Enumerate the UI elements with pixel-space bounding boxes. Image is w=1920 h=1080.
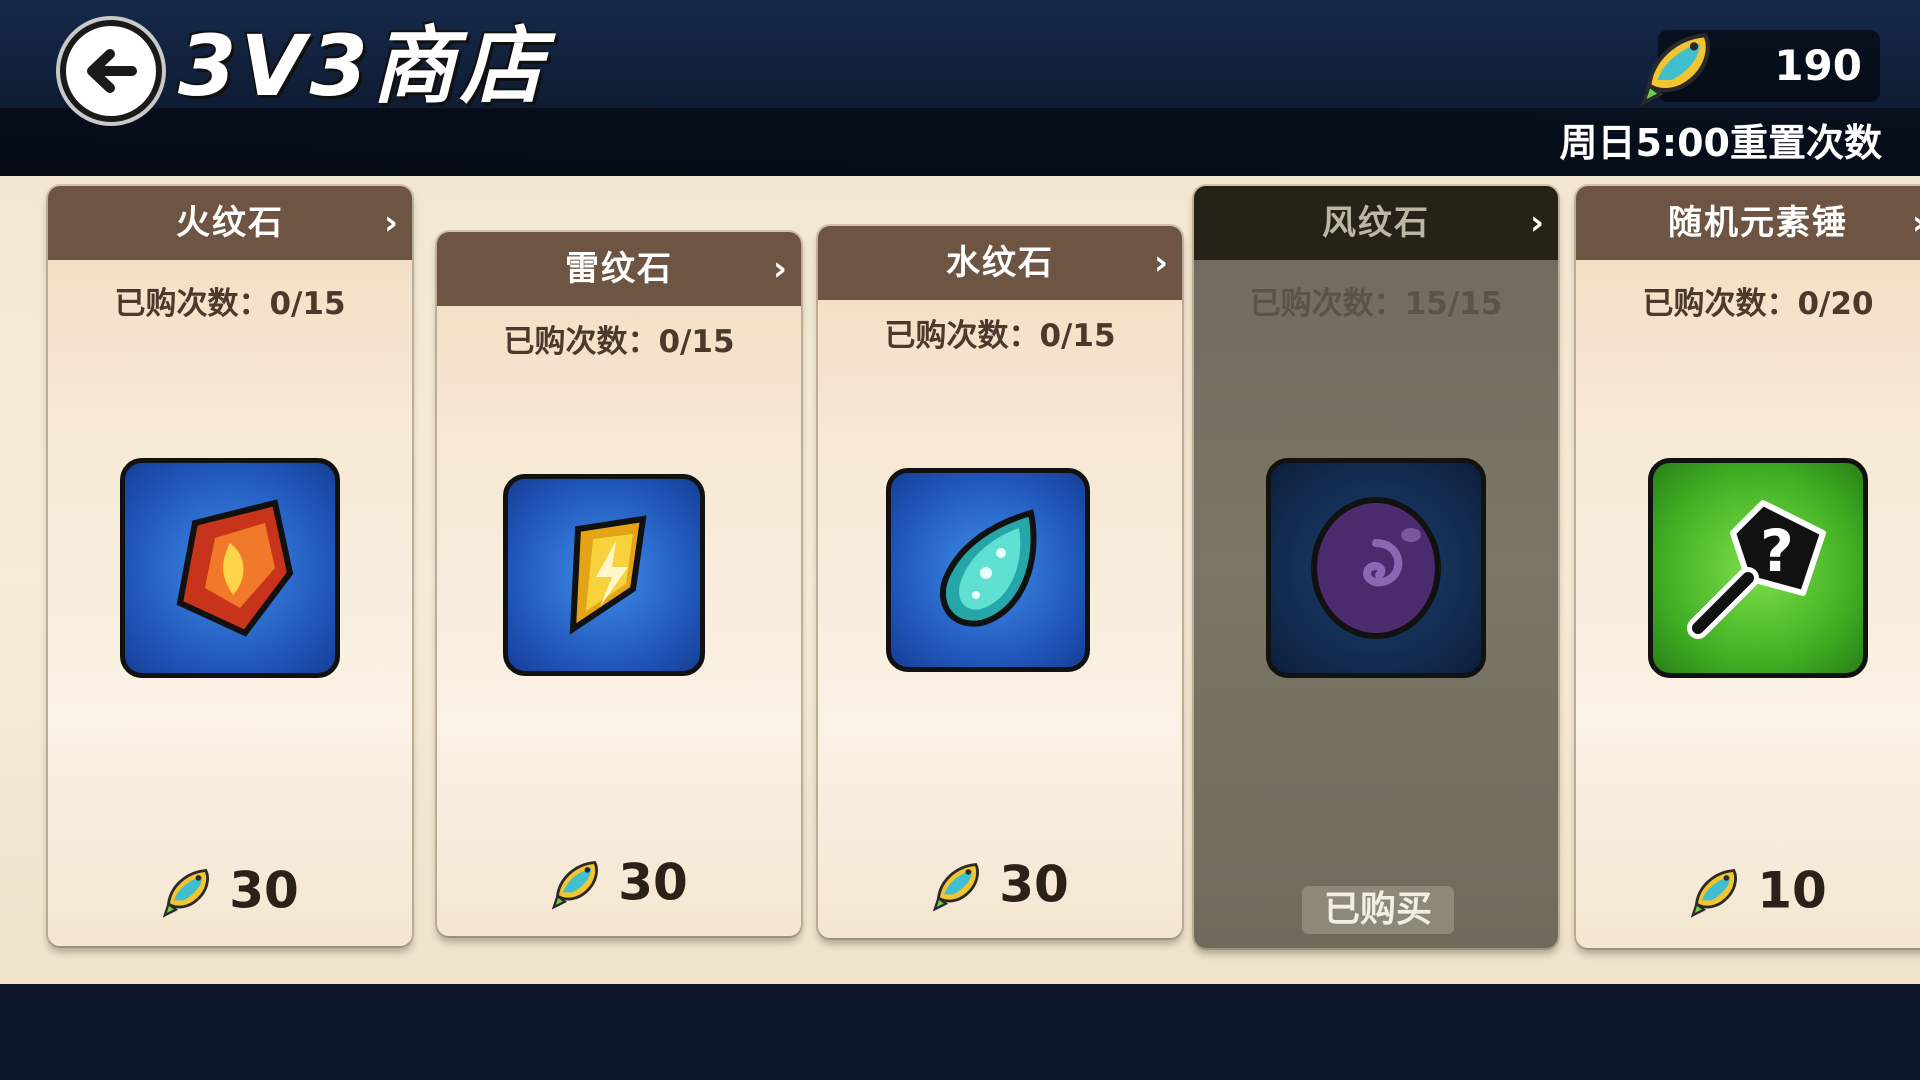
back-button[interactable] <box>60 20 162 122</box>
chevron-right-icon[interactable]: › <box>773 232 789 306</box>
page-title: 3V3商店 <box>178 17 548 115</box>
shop-item-thunder-stone[interactable]: 雷纹石 › 已购次数：0/15 30 <box>437 232 801 936</box>
purchase-count: 已购次数：0/15 <box>503 324 735 360</box>
purchase-count: 已购次数：0/20 <box>1642 286 1874 322</box>
purchase-count: 已购次数：0/15 <box>884 318 1116 354</box>
item-price: 30 <box>48 858 412 920</box>
shop-item-list[interactable]: 火纹石 › 已购次数：0/15 30 雷纹石 › 已购次数：0/15 30 水纹… <box>0 176 1920 984</box>
item-price: 10 <box>1576 858 1920 920</box>
purchased-badge: 已购买 <box>1302 886 1454 934</box>
chevron-right-icon[interactable]: › <box>1530 186 1546 260</box>
fish-currency-icon <box>161 863 217 919</box>
item-name: 火纹石 <box>176 203 284 243</box>
item-name: 水纹石 <box>946 243 1054 283</box>
fish-currency-icon <box>1638 24 1722 108</box>
chevron-right-icon[interactable]: › <box>1154 226 1170 300</box>
shop-item-random-hammer[interactable]: 随机元素锤 › 已购次数：0/20 ? 10 <box>1576 186 1920 948</box>
fish-currency-icon <box>931 857 987 913</box>
purchase-count: 已购次数：0/15 <box>114 286 346 322</box>
bottom-bar <box>0 984 1920 1080</box>
item-name-header: 随机元素锤 › <box>1576 186 1920 260</box>
item-price: 30 <box>437 850 801 912</box>
chevron-right-icon[interactable]: › <box>384 186 400 260</box>
random-hammer-icon: ? <box>1648 458 1868 678</box>
shop-item-wind-stone[interactable]: 风纹石 › 已购次数：15/15 已购买 <box>1194 186 1558 948</box>
water-stone-icon <box>886 468 1090 672</box>
svg-text:?: ? <box>1760 517 1794 585</box>
back-arrow-icon <box>87 49 137 93</box>
item-name: 雷纹石 <box>565 249 673 289</box>
currency-display: 190 <box>1658 30 1880 102</box>
fish-currency-icon <box>550 855 606 911</box>
fish-currency-icon <box>1689 863 1745 919</box>
currency-value: 190 <box>1774 41 1862 90</box>
shop-item-fire-stone[interactable]: 火纹石 › 已购次数：0/15 30 <box>48 186 412 946</box>
item-name: 随机元素锤 <box>1668 203 1848 243</box>
shop-item-water-stone[interactable]: 水纹石 › 已购次数：0/15 30 <box>818 226 1182 938</box>
item-name-header: 雷纹石 › <box>437 232 801 306</box>
wind-stone-icon <box>1266 458 1486 678</box>
item-price: 30 <box>818 852 1182 914</box>
item-name: 风纹石 <box>1322 203 1430 243</box>
thunder-stone-icon <box>503 474 705 676</box>
chevron-right-icon[interactable]: › <box>1912 186 1920 260</box>
reset-note: 周日5:00重置次数 <box>1559 121 1882 165</box>
item-name-header: 火纹石 › <box>48 186 412 260</box>
item-name-header: 风纹石 › <box>1194 186 1558 260</box>
item-name-header: 水纹石 › <box>818 226 1182 300</box>
fire-stone-icon <box>120 458 340 678</box>
purchase-count: 已购次数：15/15 <box>1249 286 1503 322</box>
